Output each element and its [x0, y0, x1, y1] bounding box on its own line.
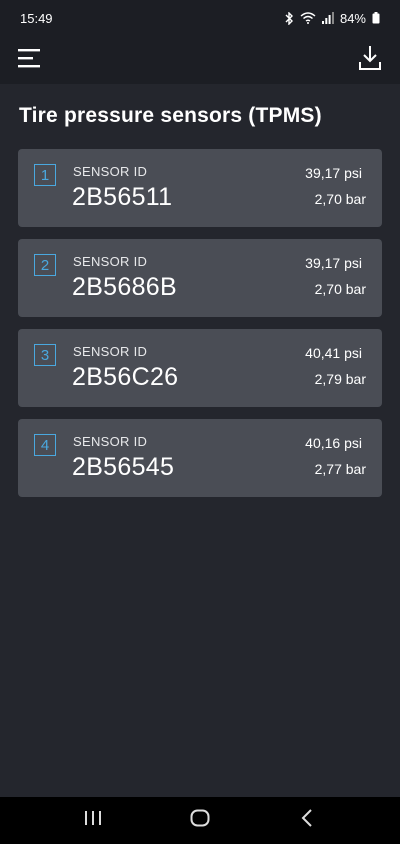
sensor-id-label: SENSOR ID: [73, 344, 148, 359]
battery-icon: [372, 12, 380, 24]
sensor-id-value: 2B5686B: [72, 273, 177, 301]
sensor-list: 1 SENSOR ID 2B56511 39,17 psi 2,70 bar 2…: [18, 149, 382, 509]
sensor-index-badge: 3: [34, 344, 56, 366]
recents-icon: [84, 810, 102, 831]
sensor-index-badge: 2: [34, 254, 56, 276]
battery-text: 84%: [339, 10, 366, 26]
pressure-psi: 39,17 psi: [305, 255, 362, 271]
menu-icon: [18, 48, 42, 73]
sensor-card[interactable]: 1 SENSOR ID 2B56511 39,17 psi 2,70 bar: [18, 149, 382, 227]
page-title: Tire pressure sensors (TPMS): [19, 104, 322, 127]
pressure-bar: 2,79 bar: [314, 371, 366, 387]
download-button[interactable]: [356, 45, 384, 76]
recents-button[interactable]: [73, 801, 113, 841]
status-time: 15:49: [20, 10, 53, 26]
sensor-card[interactable]: 2 SENSOR ID 2B5686B 39,17 psi 2,70 bar: [18, 239, 382, 317]
home-icon: [190, 809, 210, 832]
system-nav-bar: [0, 797, 400, 844]
app-bar: [0, 36, 400, 84]
status-bar: 15:49 84%: [0, 0, 400, 36]
bluetooth-icon: [284, 11, 294, 25]
sensor-id-value: 2B56545: [72, 453, 175, 481]
screen: 15:49 84% Tire pressure sensors (TPMS) 1…: [0, 0, 400, 844]
sensor-index-badge: 4: [34, 434, 56, 456]
menu-button[interactable]: [16, 46, 44, 74]
pressure-psi: 40,41 psi: [305, 345, 362, 361]
sensor-index-badge: 1: [34, 164, 56, 186]
pressure-bar: 2,70 bar: [314, 281, 366, 297]
back-icon: [301, 809, 313, 832]
sensor-id-label: SENSOR ID: [73, 434, 148, 449]
sensor-id-label: SENSOR ID: [73, 254, 148, 269]
sensor-id-label: SENSOR ID: [73, 164, 148, 179]
pressure-bar: 2,77 bar: [314, 461, 366, 477]
pressure-psi: 40,16 psi: [305, 435, 362, 451]
home-button[interactable]: [180, 801, 220, 841]
signal-icon: [321, 12, 334, 24]
download-icon: [358, 45, 382, 76]
wifi-icon: [300, 12, 316, 24]
sensor-card[interactable]: 4 SENSOR ID 2B56545 40,16 psi 2,77 bar: [18, 419, 382, 497]
sensor-card[interactable]: 3 SENSOR ID 2B56C26 40,41 psi 2,79 bar: [18, 329, 382, 407]
pressure-bar: 2,70 bar: [314, 191, 366, 207]
sensor-id-value: 2B56511: [72, 183, 173, 211]
status-icons: 84%: [284, 11, 380, 26]
sensor-id-value: 2B56C26: [72, 363, 179, 391]
pressure-psi: 39,17 psi: [305, 165, 362, 181]
back-button[interactable]: [287, 801, 327, 841]
